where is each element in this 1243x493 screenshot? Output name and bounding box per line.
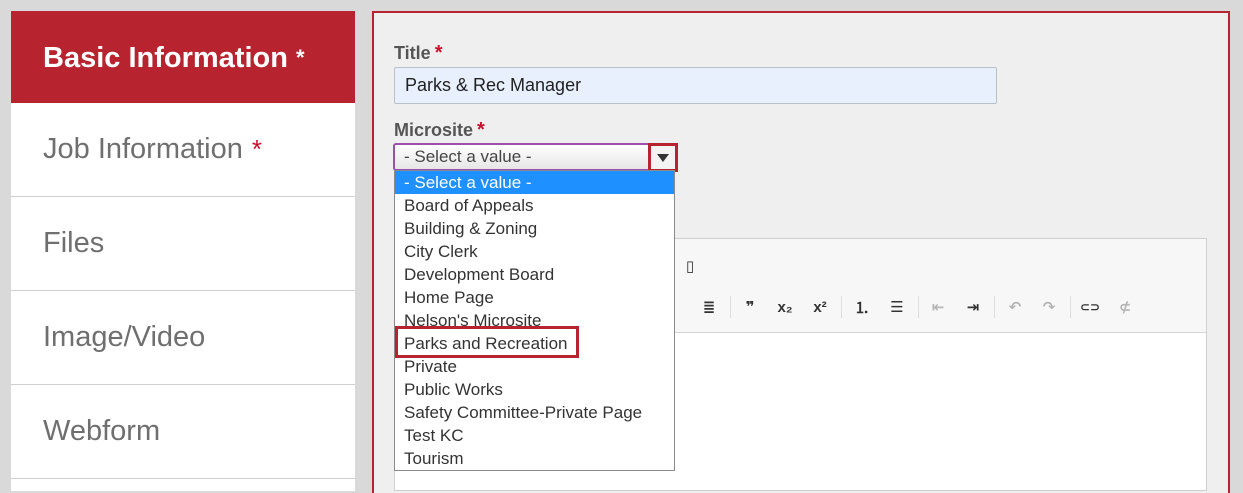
link-icon[interactable]: ⊂⊃ [1079, 296, 1101, 318]
sidebar-item-label: Files [43, 227, 105, 259]
undo-icon[interactable]: ↶ [1004, 296, 1026, 318]
sidebar-item-files[interactable]: Files [11, 197, 355, 291]
title-label-text: Title [394, 43, 431, 63]
title-label: Title * [394, 42, 442, 65]
toolbar-separator [918, 296, 919, 318]
required-marker: * [434, 42, 443, 64]
microsite-select-arrow[interactable] [648, 143, 678, 172]
dropdown-option[interactable]: Board of Appeals [395, 194, 674, 217]
toolbar-separator [730, 296, 731, 318]
outdent-icon[interactable]: ⇤ [927, 296, 949, 318]
dropdown-option-parks-and-recreation[interactable]: Parks and Recreation [395, 332, 674, 355]
dropdown-option[interactable]: Building & Zoning [395, 217, 674, 240]
dropdown-option[interactable]: Home Page [395, 286, 674, 309]
microsite-label-text: Microsite [394, 120, 474, 140]
dropdown-option[interactable]: City Clerk [395, 240, 674, 263]
sidebar-item-label: Basic Information [43, 41, 288, 74]
sidebar-item-label: Image/Video [43, 321, 206, 353]
microsite-select[interactable]: - Select a value - [393, 143, 678, 171]
sidebar-item-webform[interactable]: Webform [11, 385, 355, 479]
dropdown-option[interactable]: - Select a value - [395, 171, 674, 194]
template-icon[interactable]: ▯ [679, 255, 701, 277]
sidebar-item-job-information[interactable]: Job Information * [11, 103, 355, 197]
redo-icon[interactable]: ↷ [1038, 296, 1060, 318]
required-marker: * [295, 45, 305, 70]
subscript-icon[interactable]: x₂ [774, 296, 796, 318]
bulleted-list-icon[interactable]: ☰ [886, 296, 908, 318]
toolbar-separator [994, 296, 995, 318]
toolbar-separator [841, 296, 842, 318]
sidebar: Basic Information * Job Information * Fi… [11, 11, 355, 491]
toolbar-separator [1070, 296, 1071, 318]
superscript-icon[interactable]: x² [809, 296, 831, 318]
microsite-label: Microsite * [394, 119, 485, 142]
dropdown-option[interactable]: Tourism [395, 447, 674, 470]
unlink-icon[interactable]: ⊄ [1114, 296, 1136, 318]
align-justify-icon[interactable]: ≣ [698, 296, 720, 318]
title-input[interactable]: Parks & Rec Manager [394, 67, 997, 104]
sidebar-item-label: Job Information [43, 133, 243, 165]
blockquote-icon[interactable]: ❞ [739, 296, 761, 318]
numbered-list-icon[interactable]: ⒈ [851, 296, 873, 318]
sidebar-item-label: Webform [43, 415, 161, 447]
sidebar-item-image-video[interactable]: Image/Video [11, 291, 355, 385]
indent-icon[interactable]: ⇥ [962, 296, 984, 318]
chevron-down-icon [657, 153, 669, 162]
sidebar-item-basic-information[interactable]: Basic Information * [11, 11, 355, 105]
dropdown-option[interactable]: Development Board [395, 263, 674, 286]
dropdown-option[interactable]: Public Works [395, 378, 674, 401]
required-marker: * [251, 134, 263, 164]
required-marker: * [477, 119, 485, 141]
dropdown-option[interactable]: Private [395, 355, 674, 378]
dropdown-option[interactable]: Test KC [395, 424, 674, 447]
microsite-dropdown-list: - Select a value - Board of Appeals Buil… [394, 170, 675, 471]
dropdown-option[interactable]: Safety Committee-Private Page [395, 401, 674, 424]
dropdown-option[interactable]: Nelson's Microsite [395, 309, 674, 332]
